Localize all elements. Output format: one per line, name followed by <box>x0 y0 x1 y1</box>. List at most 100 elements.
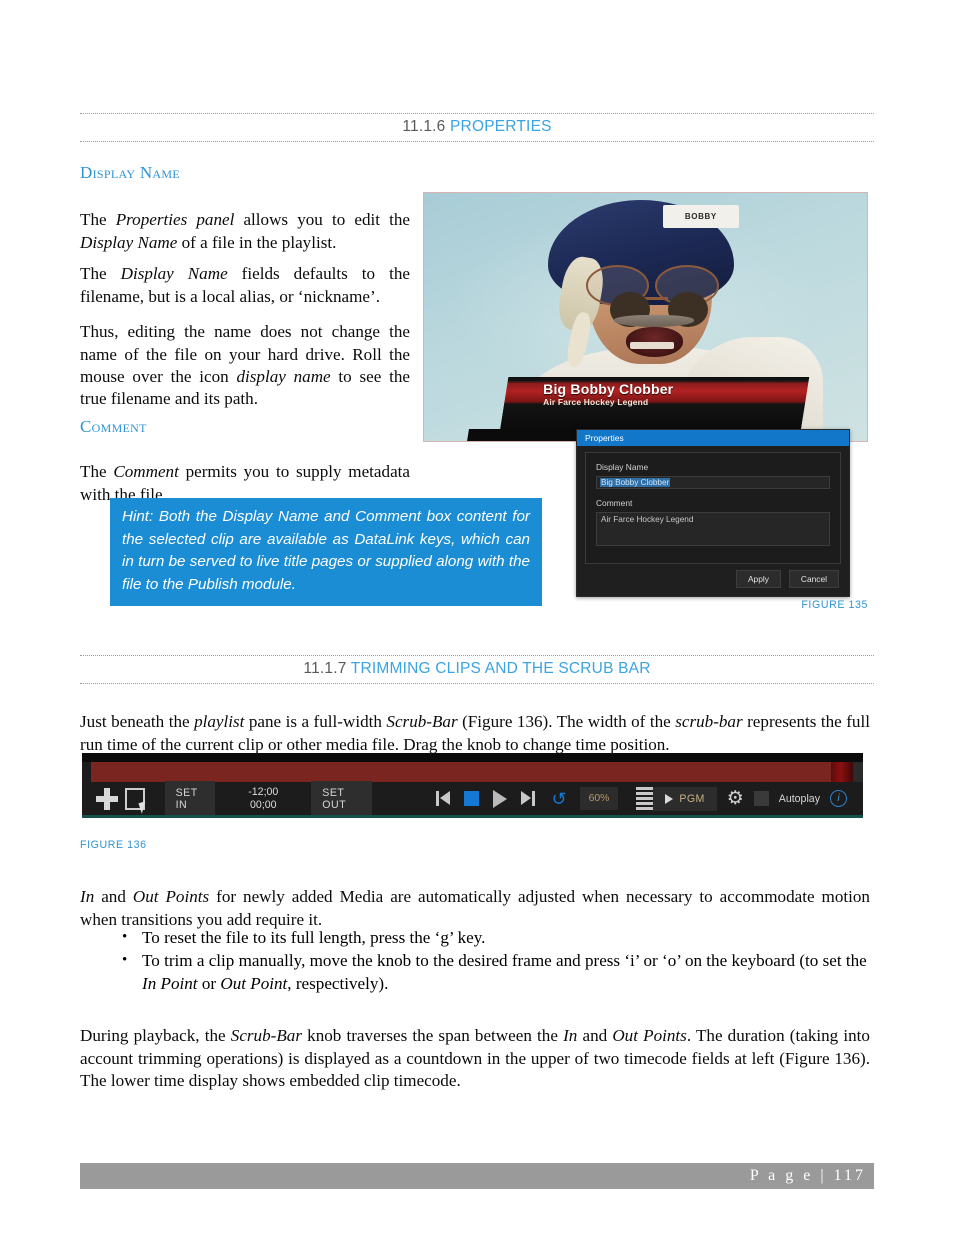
speed-value[interactable]: 60% <box>579 787 619 810</box>
toolbar-right-group: PGM ⚙ Autoplay i <box>653 786 863 811</box>
scrub-bar-toolbar: SET IN -12;00 00;00 SET OUT ↺ 60% PGM ⚙ … <box>82 780 863 815</box>
section-heading-properties: 11.1.6 PROPERTIES <box>80 113 874 142</box>
text-run: and <box>577 1026 613 1046</box>
comment-label: Comment <box>596 498 633 508</box>
text-run: To trim a clip manually, move the knob t… <box>142 951 867 971</box>
comment-textarea[interactable]: Air Farce Hockey Legend <box>596 512 830 546</box>
timecode-embedded: 00;00 <box>250 798 277 811</box>
paragraph-in-out-points: In and Out Points for newly added Media … <box>80 886 870 931</box>
stop-icon[interactable] <box>464 791 480 806</box>
properties-dialog: Properties Display Name Big Bobby Clobbe… <box>576 429 850 597</box>
set-in-button[interactable]: SET IN <box>164 780 216 815</box>
hint-callout: Hint: Both the Display Name and Comment … <box>110 498 542 607</box>
text-run: , respectively). <box>287 973 389 993</box>
section-heading-trimming: 11.1.7 TRIMMING CLIPS AND THE SCRUB BAR <box>80 655 874 684</box>
previous-icon[interactable] <box>436 791 451 806</box>
text-run-italic: Scrub-Bar <box>230 1026 302 1046</box>
figure-136-scrub-bar: SET IN -12;00 00;00 SET OUT ↺ 60% PGM ⚙ … <box>82 753 863 818</box>
section-number: 11.1.7 <box>303 660 347 677</box>
text-run-italic: display name <box>236 366 331 386</box>
text-run-italic: Display Name <box>120 264 228 284</box>
pgm-button[interactable]: PGM <box>653 786 717 811</box>
cursor-arrow-icon <box>138 800 149 814</box>
text-run: To reset the file to its full length, pr… <box>142 928 486 947</box>
section-title: PROPERTIES <box>450 118 552 135</box>
hint-text: Hint: Both the Display Name and Comment … <box>122 508 530 593</box>
trimming-bullet-list: To reset the file to its full length, pr… <box>80 926 870 996</box>
info-icon[interactable]: i <box>830 790 847 807</box>
display-name-label: Display Name <box>596 462 649 472</box>
list-item: To trim a clip manually, move the knob t… <box>80 949 870 995</box>
figure-136-caption: FIGURE 136 <box>80 839 147 851</box>
text-run: (Figure 136). The width of the <box>457 712 676 732</box>
text-run-italic: In <box>80 887 95 907</box>
photo-moustache <box>614 314 695 327</box>
timecode-display: -12;00 00;00 <box>237 786 289 812</box>
document-page: 11.1.6 PROPERTIES Display Name The Prope… <box>0 0 954 1235</box>
subheading-display-name: Display Name <box>80 163 180 182</box>
properties-dialog-titlebar: Properties <box>577 430 849 446</box>
text-run: and <box>94 887 133 907</box>
cancel-button[interactable]: Cancel <box>788 570 839 588</box>
scrub-bar-track[interactable] <box>91 762 863 782</box>
subheading-comment: Comment <box>80 417 147 436</box>
display-name-value: Big Bobby Clobber <box>600 478 671 487</box>
text-run-italic: In <box>563 1026 578 1046</box>
text-run-italic: Out Points <box>612 1026 687 1046</box>
autoplay-checkbox[interactable] <box>753 791 769 806</box>
scrub-bar-top-strip <box>82 753 863 762</box>
properties-dialog-buttons: Apply Cancel <box>735 570 839 588</box>
section-number: 11.1.6 <box>402 118 446 135</box>
text-run-italic: Properties panel <box>115 210 235 230</box>
text-run-italic: Out Point <box>220 973 288 993</box>
text-run-italic: Scrub-Bar <box>386 712 458 732</box>
properties-dialog-body: Display Name Big Bobby Clobber Comment A… <box>585 452 841 564</box>
add-media-icon[interactable] <box>96 787 119 810</box>
text-run-italic: In Point <box>142 973 198 993</box>
lower-third-title: Big Bobby Clobber <box>542 380 674 397</box>
text-run-italic: Comment <box>113 462 179 482</box>
paragraph-during-playback: During playback, the Scrub-Bar knob trav… <box>80 1025 870 1092</box>
pgm-label: PGM <box>679 792 705 805</box>
play-icon[interactable] <box>493 789 508 808</box>
photo-teeth <box>629 341 675 350</box>
timecode-countdown: -12;00 <box>248 785 279 798</box>
next-icon[interactable] <box>521 791 536 806</box>
play-triangle-icon <box>665 793 674 804</box>
toolbar-left-group: SET IN -12;00 00;00 SET OUT <box>82 780 372 815</box>
text-run: pane is a full-width <box>244 712 387 732</box>
comment-value: Air Farce Hockey Legend <box>601 515 694 524</box>
apply-button[interactable]: Apply <box>735 570 781 588</box>
figure-135-caption: FIGURE 135 <box>801 599 868 611</box>
figure-135-screenshot: BOBBY Big Bobby Clobber Air Farce Hockey… <box>423 192 868 442</box>
text-run-italic: scrub-bar <box>675 712 743 732</box>
playlist-icon[interactable] <box>636 787 654 810</box>
text-run-italic: playlist <box>194 712 245 732</box>
autoplay-label: Autoplay <box>778 792 820 805</box>
text-run: During playback, the <box>80 1026 231 1046</box>
properties-dialog-title: Properties <box>585 433 624 443</box>
text-run: allows you to edit the <box>234 210 410 230</box>
gear-icon[interactable]: ⚙ <box>727 789 744 808</box>
photo-helmet-name-label: BOBBY <box>663 205 739 228</box>
lower-third-text-wrap: Big Bobby Clobber Air Farce Hockey Legen… <box>504 377 805 432</box>
list-item: To reset the file to its full length, pr… <box>80 926 870 949</box>
text-run: The <box>80 210 116 230</box>
paragraph-editing-name: Thus, editing the name does not change t… <box>80 321 410 411</box>
text-run: of a file in the playlist. <box>177 232 337 252</box>
paragraph-properties-panel: The Properties panel allows you to edit … <box>80 209 410 254</box>
lower-third-subtitle: Air Farce Hockey Legend <box>542 396 649 407</box>
loop-icon[interactable]: ↺ <box>551 790 566 808</box>
page-footer: P a g e | 117 <box>80 1163 874 1189</box>
text-run-italic: Out Points <box>132 887 210 907</box>
scrub-bar-knob[interactable] <box>831 762 853 782</box>
lower-third-title-bar: Big Bobby Clobber Air Farce Hockey Legen… <box>499 376 810 432</box>
text-run: knob traverses the span between the <box>301 1026 564 1046</box>
paragraph-display-name-default: The Display Name fields defaults to the … <box>80 263 410 308</box>
set-out-button[interactable]: SET OUT <box>311 780 372 815</box>
select-tool-icon[interactable] <box>125 787 149 814</box>
section-title: TRIMMING CLIPS AND THE SCRUB BAR <box>350 660 651 677</box>
text-run: The <box>80 264 121 284</box>
scrub-bar-end-cap <box>853 762 863 782</box>
display-name-input[interactable]: Big Bobby Clobber <box>596 476 830 489</box>
